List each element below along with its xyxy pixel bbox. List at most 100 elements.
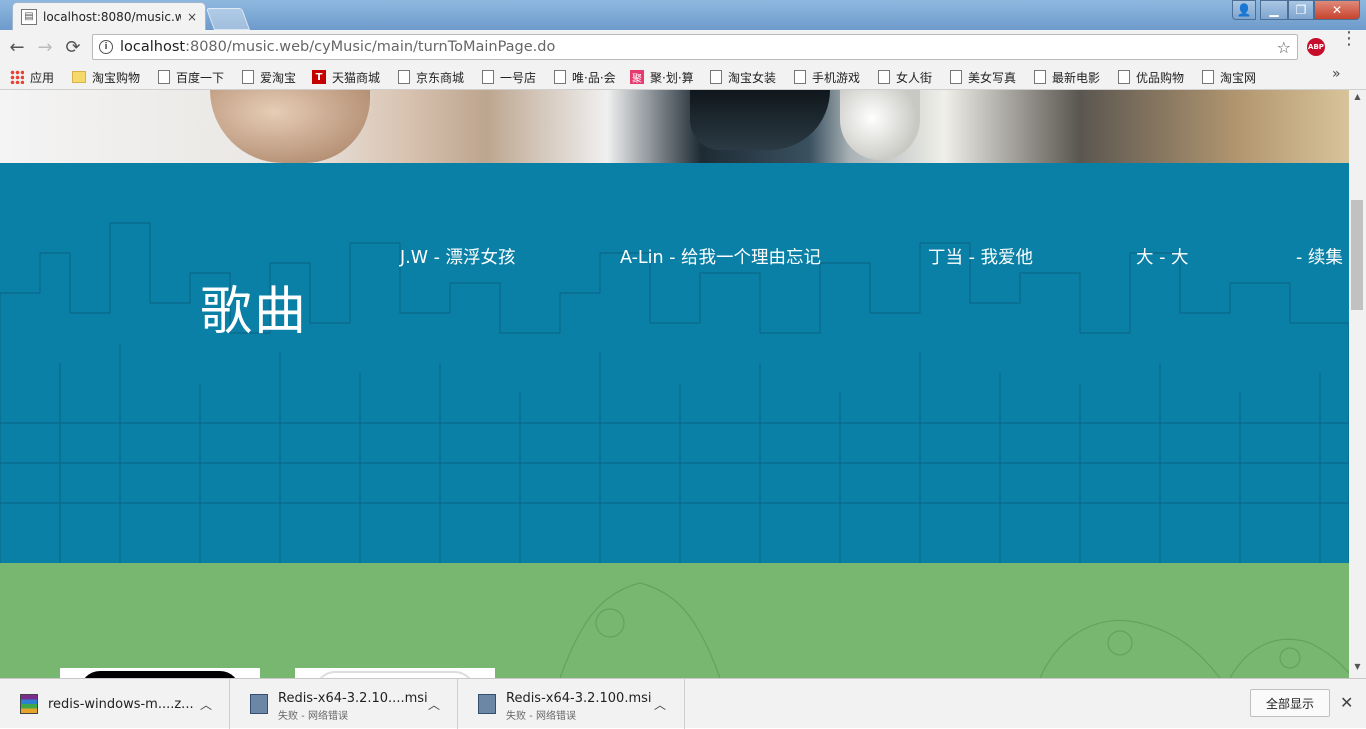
- download-item[interactable]: Redis-x64-3.2.10....msi 失败 - 网络错误 ︿: [230, 679, 458, 729]
- page-icon: [794, 70, 806, 84]
- song-link[interactable]: 丁当 - 我爱他: [928, 244, 1033, 269]
- bookmark-label: 京东商城: [416, 70, 465, 85]
- bookmark-apps[interactable]: 应用: [10, 68, 54, 86]
- hero-light-shape: [840, 90, 920, 160]
- bookmark-mobile-games[interactable]: 手机游戏: [794, 68, 860, 86]
- url-path: :8080/music.web/cyMusic/main/turnToMainP…: [185, 39, 556, 55]
- folder-icon: [72, 71, 86, 83]
- site-info-icon[interactable]: i: [99, 40, 113, 54]
- download-menu-chevron-icon[interactable]: ︿: [428, 696, 440, 713]
- bookmark-photos[interactable]: 美女写真: [950, 68, 1016, 86]
- page-icon: [950, 70, 962, 84]
- bookmark-tmall[interactable]: T 天猫商城: [312, 68, 380, 86]
- bookmark-jd[interactable]: 京东商城: [398, 68, 464, 86]
- maximize-button[interactable]: ❐: [1288, 0, 1314, 20]
- album-card[interactable]: [295, 668, 495, 678]
- page-viewport: 歌曲 J.W - 漂浮女孩 A-Lin - 给我一个理由忘记 丁当 - 我爱他 …: [0, 90, 1349, 678]
- songs-heading: 歌曲: [200, 282, 309, 342]
- songs-section: 歌曲 J.W - 漂浮女孩 A-Lin - 给我一个理由忘记 丁当 - 我爱他 …: [0, 163, 1349, 563]
- apps-icon: [10, 70, 24, 84]
- bookmark-label: 美女写真: [968, 70, 1017, 85]
- adblock-plus-icon[interactable]: ABP: [1307, 38, 1325, 56]
- download-filename: Redis-x64-3.2.100.msi: [506, 691, 652, 706]
- download-filename: Redis-x64-3.2.10....msi: [278, 691, 428, 706]
- user-profile-icon[interactable]: 👤: [1232, 0, 1256, 20]
- scroll-down-arrow-icon[interactable]: ▼: [1349, 662, 1366, 676]
- page-icon: [398, 70, 410, 84]
- bookmark-vip[interactable]: 唯·品·会: [554, 68, 616, 86]
- song-link[interactable]: 大 - 大: [1136, 244, 1188, 269]
- tab-close-icon[interactable]: ×: [187, 10, 197, 24]
- download-status: 失败 - 网络错误: [506, 711, 576, 722]
- close-window-button[interactable]: ✕: [1314, 0, 1360, 20]
- browser-tab[interactable]: ▤ localhost:8080/music.w ×: [12, 2, 206, 30]
- browser-menu-icon[interactable]: ⋮: [1340, 30, 1358, 48]
- bookmark-women-street[interactable]: 女人街: [878, 68, 932, 86]
- download-shelf: redis-windows-m....z... ︿ Redis-x64-3.2.…: [0, 678, 1366, 729]
- page-icon: [1034, 70, 1046, 84]
- bookmark-label: 聚·划·算: [650, 70, 694, 85]
- featured-section: [0, 563, 1349, 678]
- scroll-thumb[interactable]: [1351, 200, 1363, 310]
- download-item[interactable]: redis-windows-m....z... ︿: [0, 679, 230, 729]
- song-link[interactable]: A-Lin - 给我一个理由忘记: [620, 244, 821, 269]
- album-card[interactable]: [60, 668, 260, 678]
- bookmark-youpin[interactable]: 优品购物: [1118, 68, 1184, 86]
- bookmark-taobao-shopping[interactable]: 淘宝购物: [72, 68, 140, 86]
- download-menu-chevron-icon[interactable]: ︿: [200, 696, 212, 713]
- city-skyline-sketch: [0, 222, 1349, 563]
- minimize-button[interactable]: ▁: [1260, 0, 1288, 20]
- reload-button[interactable]: ⟳: [62, 36, 84, 58]
- song-link[interactable]: J.W - 漂浮女孩: [400, 244, 515, 269]
- browser-toolbar: ← → ⟳ i localhost:8080/music.web/cyMusic…: [0, 30, 1366, 64]
- bookmark-ai-taobao[interactable]: 爱淘宝: [242, 68, 296, 86]
- bookmark-label: 手机游戏: [812, 70, 861, 85]
- album-cover: [315, 671, 475, 678]
- bookmark-taobao-women[interactable]: 淘宝女装: [710, 68, 776, 86]
- bookmark-new-movies[interactable]: 最新电影: [1034, 68, 1100, 86]
- page-icon: [158, 70, 170, 84]
- hero-dark-shape: [690, 90, 830, 150]
- page-scrollbar[interactable]: ▲ ▼: [1349, 90, 1366, 678]
- bookmark-label: 百度一下: [176, 70, 225, 85]
- bookmark-label: 淘宝购物: [92, 70, 141, 85]
- forward-button[interactable]: →: [34, 36, 56, 58]
- tab-title: localhost:8080/music.w: [43, 9, 181, 24]
- page-icon: [554, 70, 566, 84]
- page-icon: [1118, 70, 1130, 84]
- song-link[interactable]: - 续集: [1296, 244, 1343, 269]
- page-icon: [482, 70, 494, 84]
- bookmark-label: 一号店: [500, 70, 537, 85]
- page-icon: [710, 70, 722, 84]
- scroll-up-arrow-icon[interactable]: ▲: [1349, 92, 1366, 106]
- bookmark-taobao[interactable]: 淘宝网: [1202, 68, 1256, 86]
- close-shelf-icon[interactable]: ✕: [1340, 693, 1353, 712]
- bookmarks-bar: 应用 淘宝购物 百度一下 爱淘宝 T 天猫商城 京东商城 一号店 唯·品·会 聚聚…: [0, 64, 1366, 90]
- address-bar[interactable]: i localhost:8080/music.web/cyMusic/main/…: [92, 34, 1298, 60]
- more-bookmarks-icon[interactable]: »: [1332, 66, 1341, 82]
- url-host: localhost: [120, 39, 186, 55]
- back-button[interactable]: ←: [6, 36, 28, 58]
- bookmark-juhuasuan[interactable]: 聚聚·划·算: [630, 68, 694, 86]
- download-item[interactable]: Redis-x64-3.2.100.msi 失败 - 网络错误 ︿: [458, 679, 685, 729]
- page-icon: [242, 70, 254, 84]
- show-all-downloads-button[interactable]: 全部显示: [1250, 689, 1330, 717]
- new-tab-button[interactable]: [205, 8, 251, 30]
- bookmark-star-icon[interactable]: ☆: [1277, 38, 1291, 57]
- ju-icon: 聚: [630, 70, 644, 85]
- window-titlebar: ▤ localhost:8080/music.w × 👤 ▁ ❐ ✕: [0, 0, 1366, 30]
- cartoon-sketch-background: [559, 582, 1349, 678]
- page-favicon-icon: ▤: [21, 8, 37, 25]
- bookmark-label: 淘宝女装: [728, 70, 777, 85]
- download-menu-chevron-icon[interactable]: ︿: [654, 696, 666, 713]
- rar-archive-icon: [20, 694, 38, 714]
- bookmark-label: 唯·品·会: [572, 70, 616, 85]
- hero-face-shape: [210, 90, 370, 163]
- download-filename: redis-windows-m....z...: [48, 697, 194, 712]
- url-text[interactable]: localhost:8080/music.web/cyMusic/main/tu…: [120, 39, 555, 55]
- page-icon: [878, 70, 890, 84]
- bookmark-baidu[interactable]: 百度一下: [158, 68, 224, 86]
- bookmark-label: 最新电影: [1052, 70, 1101, 85]
- bookmark-label: 女人街: [896, 70, 933, 85]
- bookmark-yhd[interactable]: 一号店: [482, 68, 536, 86]
